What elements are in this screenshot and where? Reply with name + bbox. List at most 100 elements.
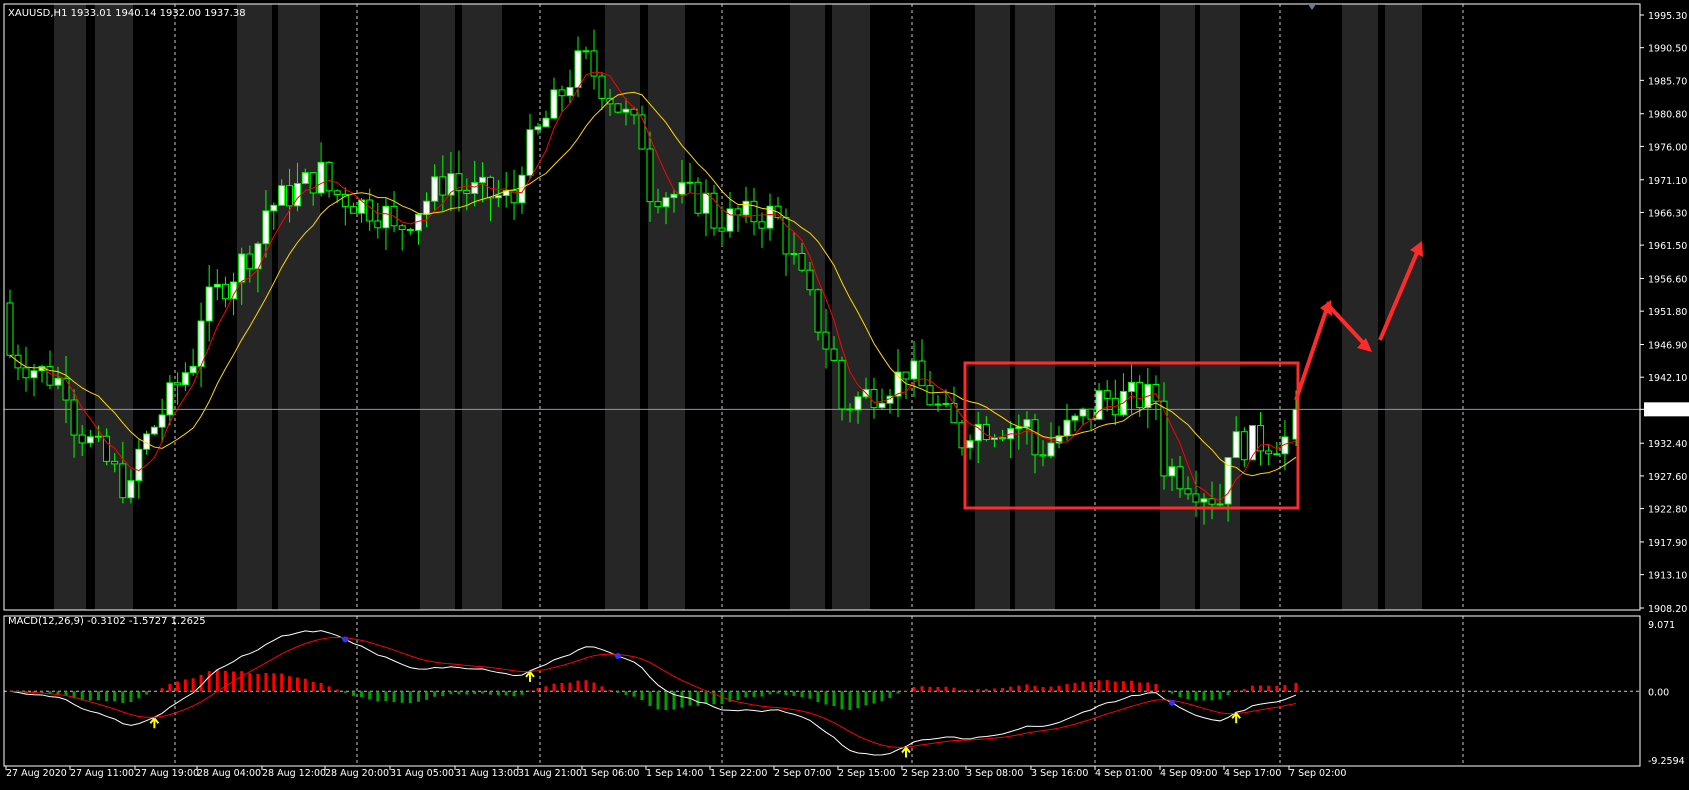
macd-axis-label: 0.00 [1648, 687, 1669, 698]
time-axis-label: 7 Sep 02:00 [1289, 768, 1346, 779]
candle-bull [1224, 457, 1232, 505]
candle-bull [934, 403, 942, 406]
time-axis-label: 27 Aug 19:00 [135, 768, 199, 779]
price-axis-label: 1976.00 [1648, 142, 1687, 153]
chart[interactable]: 1995.30 1990.50 1985.70 1980.80 1976.00 1971.… [0, 0, 1689, 790]
candle-bull [1047, 442, 1055, 457]
time-axis-label: 3 Sep 16:00 [1031, 768, 1088, 779]
candle-bear [1136, 381, 1144, 409]
candle-bull [293, 182, 301, 207]
time-axis-label: 31 Aug 21:00 [518, 768, 582, 779]
candle-bear [822, 331, 830, 350]
candle-bull [1216, 503, 1224, 506]
candle-bear [1103, 390, 1111, 399]
time-axis-label: 4 Sep 17:00 [1224, 768, 1281, 779]
candle-bull [270, 204, 278, 212]
price-axis-label: 1908.20 [1648, 604, 1687, 615]
session-bands [54, 4, 1422, 610]
cross-dot [342, 636, 349, 643]
candle-bull [966, 440, 974, 449]
candle-bull [238, 253, 246, 283]
candle-bull [1071, 415, 1079, 421]
time-axis-label: 31 Aug 13:00 [455, 768, 519, 779]
candle-bear [111, 460, 119, 465]
candle-bull [127, 480, 135, 499]
session-band [420, 4, 455, 610]
candle-bull [317, 161, 325, 194]
price-axis-label: 1913.10 [1648, 571, 1687, 582]
price-axis-label: 1922.80 [1648, 505, 1687, 516]
price-axis-label: 1951.80 [1648, 307, 1687, 318]
candle-bull [670, 193, 678, 199]
macd-line [9, 630, 1297, 756]
candle-bear [463, 189, 471, 195]
candle-bull [1095, 390, 1103, 420]
candle-bear [6, 302, 14, 356]
buy-arrow-icon [1231, 712, 1241, 724]
candle-bull [678, 182, 686, 195]
candle-bull [1023, 419, 1031, 428]
candle-bear [806, 269, 814, 291]
candle-bull [382, 205, 390, 229]
time-axis-label: 2 Sep 23:00 [902, 768, 959, 779]
candle-bear [119, 463, 127, 499]
candle-bull [790, 252, 798, 255]
candle-bull [542, 117, 550, 128]
candle-bear [598, 75, 606, 99]
candle-bear [1240, 431, 1248, 461]
candle-bear [78, 434, 86, 444]
candle-bear [750, 200, 758, 223]
candle-bear [582, 50, 590, 53]
session-band [1200, 4, 1240, 610]
session-band [1160, 4, 1195, 610]
candle-bull [1200, 498, 1208, 503]
candle-bull [166, 382, 174, 416]
candle-bull [431, 176, 439, 202]
buy-arrow-icon [901, 746, 911, 758]
candle-bear [286, 185, 294, 207]
candle-bull [550, 89, 558, 119]
cross-dot [1169, 699, 1175, 706]
time-axis-label: 28 Aug 12:00 [262, 768, 326, 779]
candle-bull [566, 86, 574, 97]
session-band [648, 4, 685, 610]
macd-axis-label: 9.071 [1648, 620, 1675, 631]
candle-bull [54, 377, 62, 386]
time-axis-label: 28 Aug 04:00 [197, 768, 261, 779]
buy-arrow-icon [149, 717, 160, 729]
candle-bear [918, 360, 926, 387]
candle-bear [734, 208, 742, 216]
candle-bull [135, 448, 143, 482]
candle-bull [278, 185, 286, 206]
session-band [462, 4, 502, 610]
price-axis-label: 1917.90 [1648, 538, 1687, 549]
candle-bear [349, 206, 357, 214]
candle-bear [638, 114, 646, 150]
candle-bear [439, 176, 447, 196]
time-axis-label: 3 Sep 08:00 [966, 768, 1023, 779]
candle-bull [471, 182, 479, 195]
candle-bull [94, 435, 102, 438]
price-axis-label: 1995.30 [1648, 11, 1687, 22]
candle-bear [309, 172, 317, 194]
scroll-marker-icon [1308, 4, 1316, 10]
candle-bear [1265, 450, 1273, 455]
price-axis-label: 1956.60 [1648, 274, 1687, 285]
candle-bear [999, 437, 1007, 440]
price-axis-label: 1946.90 [1648, 341, 1687, 352]
session-band [1015, 4, 1055, 610]
candle-bull [213, 283, 221, 288]
candle-bear [1039, 454, 1047, 457]
candle-bull [205, 286, 213, 322]
time-axis-label: 1 Sep 14:00 [646, 768, 703, 779]
candle-bull [526, 129, 534, 176]
candle-bear [830, 348, 838, 361]
candle-bear [870, 388, 878, 409]
candle-bear [950, 402, 958, 424]
candle-bear [325, 161, 333, 192]
candle-bull [150, 426, 158, 435]
time-axis-label: 27 Aug 11:00 [70, 768, 134, 779]
time-axis-label: 2 Sep 15:00 [838, 768, 895, 779]
candle-bull [854, 396, 862, 411]
candle-bear [838, 359, 846, 410]
